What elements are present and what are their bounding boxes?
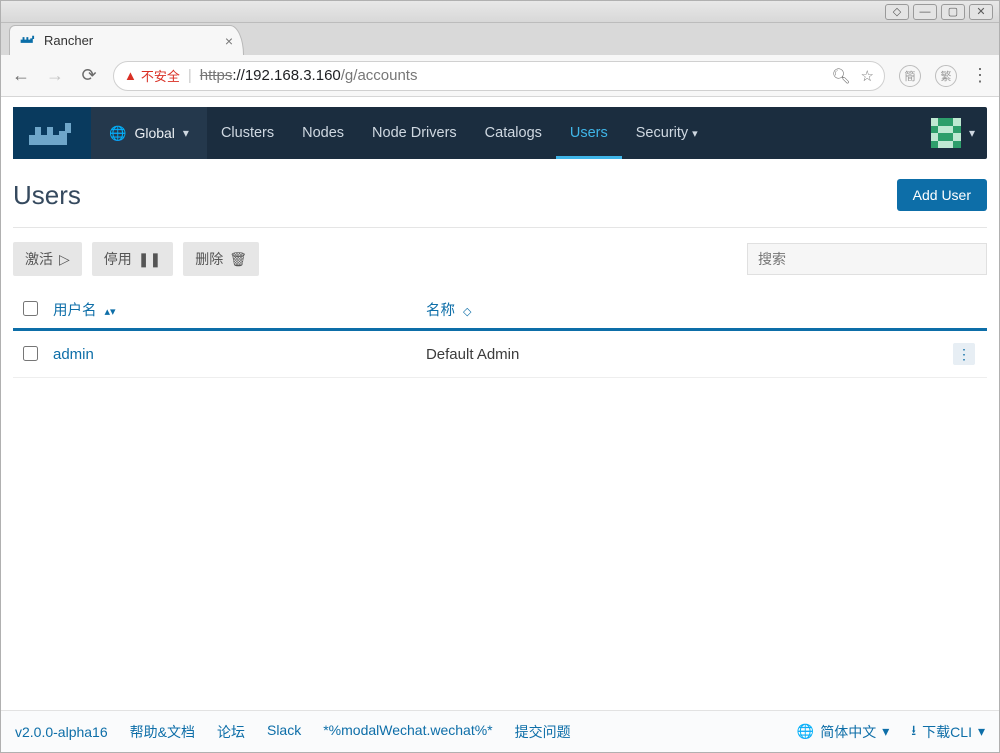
maximize-button[interactable]: ▢	[941, 4, 965, 20]
nav-item-node-drivers[interactable]: Node Drivers	[358, 107, 471, 159]
page-header: Users Add User	[13, 179, 987, 211]
insecure-badge: ▲ 不安全	[124, 66, 180, 85]
browser-window: ◇ — ▢ ✕ Rancher × ← → ⟳ ▲ 不安全 | https://…	[0, 0, 1000, 753]
browser-toolbar: ← → ⟳ ▲ 不安全 | https://192.168.3.160/g/ac…	[1, 55, 999, 97]
forward-button: →	[45, 65, 65, 86]
version-link[interactable]: v2.0.0-alpha16	[15, 724, 108, 740]
globe-icon: 🌐	[797, 723, 814, 740]
footer-link[interactable]: 帮助&文档	[130, 722, 195, 742]
search-box	[747, 243, 987, 275]
play-icon: ▷	[59, 251, 70, 268]
nav-item-users[interactable]: Users	[556, 107, 622, 159]
bookmark-icon[interactable]: ☆	[861, 67, 874, 85]
chevron-down-icon: ▾	[882, 723, 889, 740]
globe-icon: 🌐	[109, 125, 126, 142]
scope-label: Global	[134, 125, 174, 141]
page-title: Users	[13, 180, 81, 211]
tab-favicon	[20, 32, 36, 49]
nav-item-security[interactable]: Security ▾	[622, 107, 712, 159]
footer-link[interactable]: 提交问题	[515, 722, 571, 742]
chevron-down-icon: ▾	[183, 126, 189, 140]
nav-items: ClustersNodesNode DriversCatalogsUsersSe…	[207, 107, 712, 159]
url-text: https://192.168.3.160/g/accounts	[200, 67, 832, 84]
warning-icon: ▲	[124, 68, 137, 83]
delete-button[interactable]: 删除🗑	[183, 242, 259, 276]
row-actions-button[interactable]: ⋮	[953, 343, 975, 365]
column-username[interactable]: 用户名 ▴▾	[47, 290, 420, 330]
extension-icon-1[interactable]: 簡	[899, 65, 921, 87]
scope-selector[interactable]: 🌐 Global ▾	[91, 107, 207, 159]
chevron-down-icon: ▾	[978, 723, 985, 740]
language-selector[interactable]: 🌐 简体中文 ▾	[797, 722, 889, 742]
select-all-header	[13, 290, 47, 330]
address-bar[interactable]: ▲ 不安全 | https://192.168.3.160/g/accounts…	[113, 61, 885, 91]
sort-icon: ◇	[463, 306, 471, 318]
add-user-button[interactable]: Add User	[897, 179, 987, 211]
download-icon: ⭳	[911, 720, 916, 744]
extension-icon-2[interactable]: 繁	[935, 65, 957, 87]
user-icon[interactable]: ◇	[885, 4, 909, 20]
bulk-action-toolbar: 激活▷ 停用❚❚ 删除🗑	[13, 242, 987, 276]
browser-menu-icon[interactable]: ⋮	[971, 65, 989, 86]
insecure-label: 不安全	[141, 66, 180, 85]
select-all-checkbox[interactable]	[23, 301, 38, 316]
page-viewport: 🌐 Global ▾ ClustersNodesNode DriversCata…	[1, 97, 999, 752]
pause-icon: ❚❚	[138, 251, 161, 268]
table-row: admin Default Admin ⋮	[13, 330, 987, 378]
download-cli[interactable]: ⭳ 下载CLI ▾	[911, 720, 985, 744]
footer-link[interactable]: *%modalWechat.wechat%*	[323, 722, 492, 742]
app-footer: v2.0.0-alpha16 帮助&文档 论坛 Slack *%modalWechat…	[1, 710, 999, 752]
sort-icon: ▴▾	[105, 306, 116, 318]
name-cell: Default Admin	[420, 330, 947, 378]
chevron-down-icon: ▾	[692, 127, 698, 140]
username-link[interactable]: admin	[53, 346, 94, 363]
nav-item-nodes[interactable]: Nodes	[288, 107, 358, 159]
browser-tab[interactable]: Rancher ×	[9, 25, 244, 55]
nav-item-catalogs[interactable]: Catalogs	[471, 107, 556, 159]
chevron-down-icon: ▾	[969, 126, 975, 140]
separator: |	[188, 67, 192, 84]
reload-button[interactable]: ⟳	[79, 65, 99, 86]
search-icon[interactable]: 🔍︎	[832, 67, 851, 85]
avatar	[931, 118, 961, 148]
minimize-button[interactable]: —	[913, 4, 937, 20]
close-window-button[interactable]: ✕	[969, 4, 993, 20]
row-checkbox[interactable]	[23, 346, 38, 361]
activate-button[interactable]: 激活▷	[13, 242, 82, 276]
trash-icon: 🗑	[229, 251, 247, 268]
footer-link[interactable]: Slack	[267, 722, 301, 742]
os-titlebar: ◇ — ▢ ✕	[1, 1, 999, 23]
divider	[13, 227, 987, 228]
app-navbar: 🌐 Global ▾ ClustersNodesNode DriversCata…	[13, 107, 987, 159]
users-table: 用户名 ▴▾ 名称 ◇ admin Default Admin ⋮	[13, 290, 987, 378]
user-menu[interactable]: ▾	[919, 107, 987, 159]
column-name[interactable]: 名称 ◇	[420, 290, 947, 330]
tab-title: Rancher	[44, 33, 225, 48]
tab-close-icon[interactable]: ×	[225, 33, 233, 49]
rancher-logo[interactable]	[13, 107, 91, 159]
deactivate-button[interactable]: 停用❚❚	[92, 242, 173, 276]
nav-item-clusters[interactable]: Clusters	[207, 107, 288, 159]
tab-strip: Rancher ×	[1, 23, 999, 55]
footer-link[interactable]: 论坛	[217, 722, 245, 742]
back-button[interactable]: ←	[11, 65, 31, 86]
search-input[interactable]	[747, 243, 987, 275]
